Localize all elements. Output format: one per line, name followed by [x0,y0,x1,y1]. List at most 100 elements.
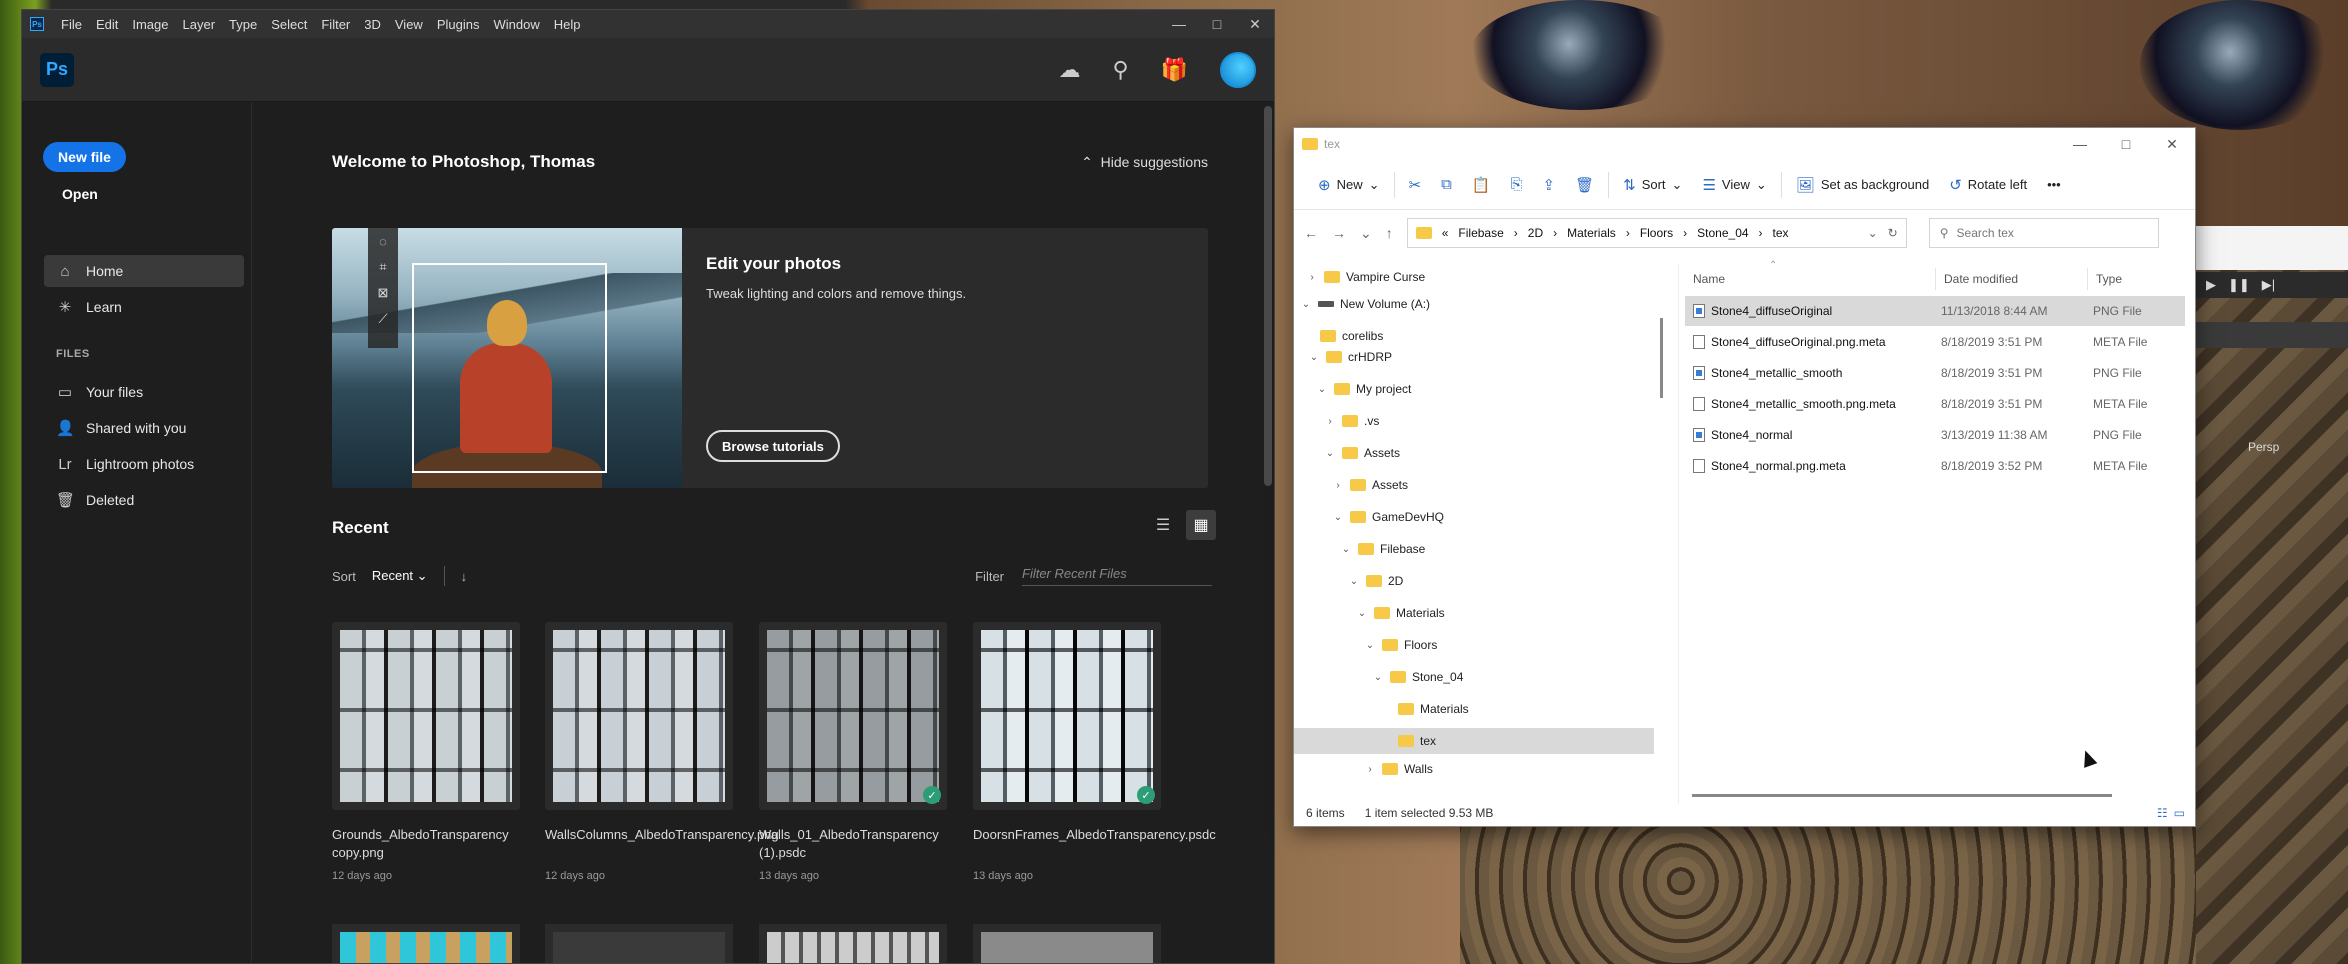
file-row[interactable]: Stone4_diffuseOriginal.png.meta 8/18/2019… [1685,327,2185,357]
breadcrumb-item[interactable]: Stone_04 [1697,226,1748,240]
forward-icon[interactable]: → [1332,225,1346,241]
recent-file-name[interactable]: WallsColumns_AlbedoTransparency.png [545,826,779,844]
chevron-down-icon[interactable]: ⌄ [1300,299,1312,310]
chevron-right-icon[interactable]: › [1324,416,1336,427]
unity-scene-view[interactable] [2196,270,2348,964]
chevron-down-icon[interactable]: ⌄ [1868,226,1878,240]
play-icon[interactable]: ▶ [2206,277,2216,293]
tree-item[interactable]: Materials [1294,696,1654,722]
menu-layer[interactable]: Layer [176,17,223,32]
sidebar-item-lightroom[interactable]: Lr Lightroom photos [44,448,244,480]
menu-file[interactable]: File [54,17,89,32]
recent-file-thumbnail[interactable] [973,924,1161,963]
set-background-button[interactable]: 🖼 Set as background [1786,169,1939,201]
browse-tutorials-button[interactable]: Browse tutorials [706,430,840,462]
sidebar-item-deleted[interactable]: 🗑 Deleted [44,484,244,516]
view-button[interactable]: ☰ View ⌄ [1692,169,1776,201]
large-icons-view-icon[interactable]: ▭ [2174,806,2185,820]
tree-item[interactable]: ⌄ Stone_04 [1294,664,1654,690]
column-header-date[interactable]: Date modified [1935,268,2018,290]
menu-filter[interactable]: Filter [314,17,357,32]
recent-file-name[interactable]: DoorsnFrames_AlbedoTransparency.psdc [973,826,1216,844]
minimize-icon[interactable]: — [1160,16,1198,33]
column-header-name[interactable]: Name [1679,268,1725,290]
file-row[interactable]: Stone4_normal.png.meta 8/18/2019 3:52 PM M… [1685,451,2185,481]
hide-suggestions-button[interactable]: ⌃ Hide suggestions [1081,154,1208,171]
cut-button[interactable]: ✂ [1399,169,1432,201]
breadcrumb-item[interactable]: Materials [1567,226,1616,240]
tree-item-selected[interactable]: tex [1294,728,1654,754]
open-button[interactable]: Open [62,186,98,202]
paste-button[interactable]: 📋 [1462,169,1501,201]
sort-direction-icon[interactable]: ↓ [461,569,468,584]
overflow-icon[interactable]: « [1442,226,1449,240]
recent-file-thumbnail[interactable]: ✓ [759,622,947,810]
breadcrumb-item[interactable]: Filebase [1458,226,1503,240]
new-file-button[interactable]: New file [43,142,126,172]
list-view-icon[interactable]: ☰ [1148,510,1178,540]
avatar[interactable] [1220,51,1256,88]
recent-file-name[interactable]: Walls_01_AlbedoTransparency (1).psdc [759,826,955,862]
recent-file-thumbnail[interactable] [332,924,520,963]
file-row[interactable]: Stone4_metallic_smooth.png.meta 8/18/2019… [1685,389,2185,419]
address-bar[interactable]: « Filebase › 2D › Materials › Floors › Stone… [1406,218,1907,248]
copy-button[interactable]: ⧉ [1431,169,1462,201]
menu-select[interactable]: Select [264,17,314,32]
tree-item[interactable]: ⌄ New Volume (A:) [1294,291,1654,317]
refresh-icon[interactable]: ↻ [1888,226,1898,240]
chevron-down-icon[interactable]: ⌄ [1348,576,1360,587]
tree-item[interactable]: › Assets [1294,472,1654,498]
rotate-left-button[interactable]: ↺ Rotate left [1939,169,2037,201]
back-icon[interactable]: ← [1304,225,1318,241]
recent-file-name[interactable]: Grounds_AlbedoTransparency copy.png [332,826,528,862]
chevron-down-icon[interactable]: ⌄ [1364,640,1376,651]
chevron-down-icon[interactable]: ⌄ [1356,608,1368,619]
chevron-down-icon[interactable]: ⌄ [1316,384,1328,395]
menu-3d[interactable]: 3D [357,17,388,32]
sidebar-item-shared[interactable]: 👤 Shared with you [44,412,244,444]
column-header-type[interactable]: Type [2087,268,2122,290]
recent-file-thumbnail[interactable]: ✓ [973,622,1161,810]
sort-button[interactable]: ⇅ Sort ⌄ [1613,169,1692,201]
chevron-down-icon[interactable]: ⌄ [1324,448,1336,459]
recent-file-thumbnail[interactable] [545,622,733,810]
recent-file-thumbnail[interactable] [759,924,947,963]
breadcrumb-item[interactable]: tex [1773,226,1789,240]
chevron-down-icon[interactable]: ⌄ [1372,672,1384,683]
tree-item[interactable]: ⌄ My project [1294,376,1654,402]
search-icon[interactable]: ⚲ [1112,57,1128,83]
tree-item[interactable]: ⌄ GameDevHQ [1294,504,1654,530]
sidebar-item-learn[interactable]: ✳ Learn [44,291,244,323]
search-input[interactable]: ⚲ Search tex [1928,218,2159,248]
tree-item[interactable]: › Vampire Curse [1294,264,1654,290]
file-row[interactable]: Stone4_diffuseOriginal 11/13/2018 8:44 AM… [1685,296,2185,326]
chevron-right-icon[interactable]: › [1306,272,1318,283]
tree-item[interactable]: ⌄ 2D [1294,568,1654,594]
tree-item[interactable]: ⌄ crHDRP [1294,344,1654,370]
rename-button[interactable]: ⎘ [1500,169,1532,201]
tree-item[interactable]: ⌄ Assets [1294,440,1654,466]
chevron-down-icon[interactable]: ⌄ [1340,544,1352,555]
file-row[interactable]: Stone4_metallic_smooth 8/18/2019 3:51 PM P… [1685,358,2185,388]
sidebar-item-home[interactable]: ⌂ Home [44,255,244,287]
breadcrumb-item[interactable]: 2D [1528,226,1543,240]
close-icon[interactable]: ✕ [1236,16,1274,33]
chevron-right-icon[interactable]: › [1332,480,1344,491]
chevron-right-icon[interactable]: › [1364,764,1376,775]
file-row[interactable]: Stone4_normal 3/13/2019 11:38 AM PNG File [1685,420,2185,450]
scrollbar[interactable] [1692,794,2112,797]
pause-icon[interactable]: ❚❚ [2228,277,2250,293]
menu-image[interactable]: Image [125,17,175,32]
scrollbar[interactable] [1660,318,1663,398]
chevron-down-icon[interactable]: ⌄ [1308,352,1320,363]
tree-item[interactable]: › Walls [1294,756,1654,782]
grid-view-icon[interactable]: ▦ [1186,510,1216,540]
share-button[interactable]: ⇪ [1533,169,1566,201]
more-options-button[interactable]: ••• [2037,169,2071,201]
recent-locations-icon[interactable]: ⌄ [1360,225,1372,242]
new-button[interactable]: ⊕ New ⌄ [1308,169,1390,201]
recent-file-thumbnail[interactable] [545,924,733,963]
details-view-icon[interactable]: ☷ [2157,806,2168,820]
scrollbar[interactable] [1264,106,1272,486]
gift-icon[interactable]: 🎁 [1161,57,1188,83]
